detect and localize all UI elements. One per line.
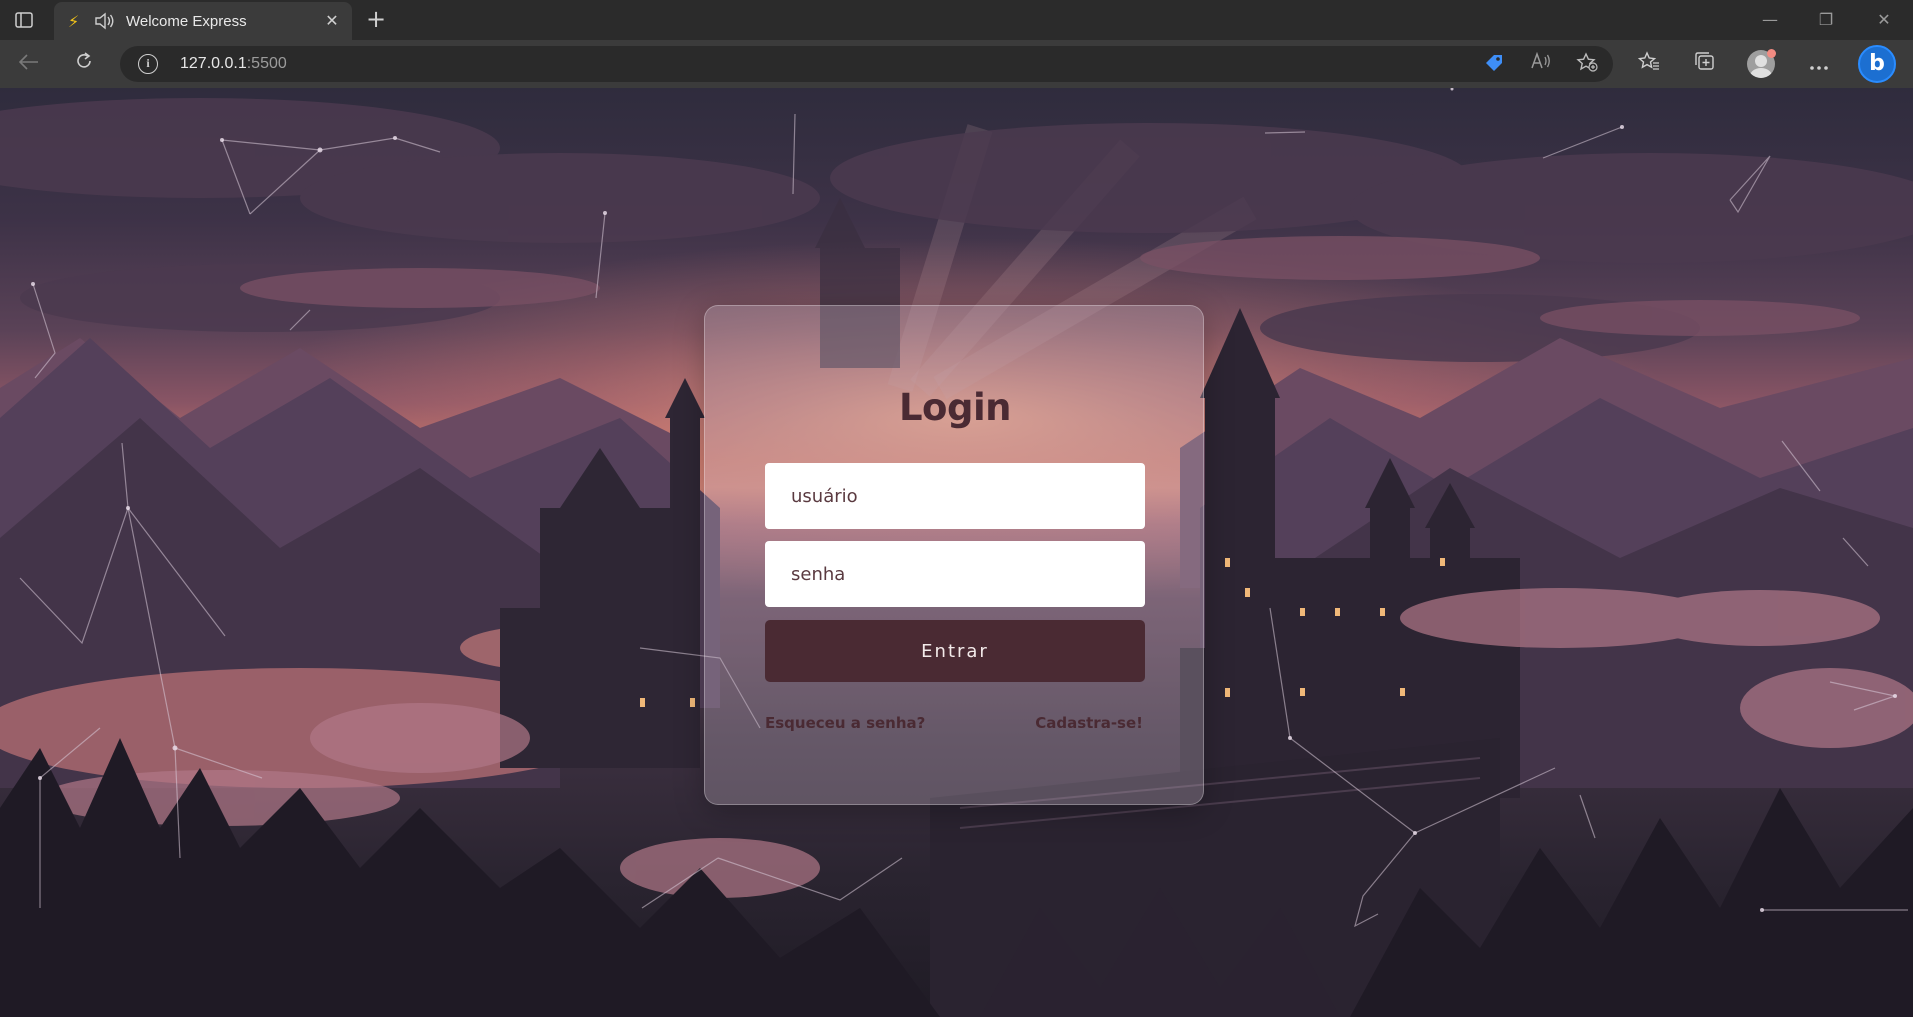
login-submit-button[interactable]: Entrar <box>765 620 1145 682</box>
login-title: Login <box>898 386 1012 429</box>
read-aloud-icon[interactable] <box>1528 51 1554 76</box>
new-tab-button[interactable]: + <box>362 6 390 34</box>
back-arrow-icon[interactable] <box>13 48 45 80</box>
tab-actions-icon[interactable] <box>10 9 38 31</box>
url-text[interactable]: 127.0.0.1:5500 <box>180 55 287 73</box>
browser-tab[interactable]: ⚡ Welcome Express ✕ <box>54 2 352 40</box>
signup-link[interactable]: Cadastra-se! <box>1035 714 1143 732</box>
more-icon[interactable] <box>1803 48 1835 80</box>
refresh-icon[interactable] <box>68 48 100 80</box>
restore-button[interactable]: ❐ <box>1798 0 1854 40</box>
add-favorite-icon[interactable] <box>1574 52 1600 76</box>
tab-title: Welcome Express <box>126 12 247 30</box>
bing-copilot-icon[interactable]: b <box>1858 45 1896 83</box>
page-viewport: Login Entrar Esqueceu a senha? Cadastra-… <box>0 88 1913 1017</box>
lightning-bolt-icon: ⚡ <box>68 11 80 31</box>
collections-icon[interactable] <box>1689 48 1721 80</box>
minimize-button[interactable]: — <box>1742 0 1798 40</box>
notification-dot <box>1767 49 1776 58</box>
url-port: :5500 <box>246 55 287 72</box>
browser-tab-strip: ⚡ Welcome Express ✕ + — ❐ ✕ <box>0 0 1913 40</box>
site-info-icon[interactable]: i <box>138 54 158 74</box>
speaker-icon[interactable] <box>94 12 116 30</box>
close-tab-icon[interactable]: ✕ <box>322 11 342 31</box>
avatar-body <box>1750 68 1772 78</box>
username-input[interactable] <box>765 463 1145 529</box>
login-card: Login Entrar Esqueceu a senha? Cadastra-… <box>704 305 1204 805</box>
avatar-head <box>1755 55 1767 67</box>
forgot-password-link[interactable]: Esqueceu a senha? <box>765 714 925 732</box>
favorites-icon[interactable] <box>1633 48 1665 80</box>
browser-toolbar: i 127.0.0.1:5500 b <box>0 40 1913 88</box>
close-window-button[interactable]: ✕ <box>1856 0 1912 40</box>
coupon-tag-icon[interactable] <box>1481 52 1507 76</box>
password-input[interactable] <box>765 541 1145 607</box>
address-bar[interactable]: i 127.0.0.1:5500 <box>120 46 1613 82</box>
url-host: 127.0.0.1 <box>180 55 247 72</box>
